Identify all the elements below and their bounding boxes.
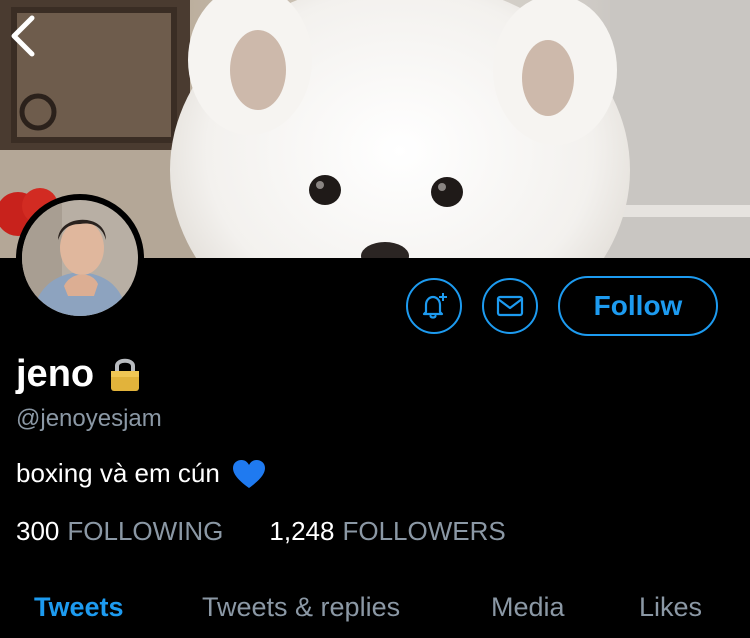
profile-name: jeno (16, 352, 95, 395)
avatar-photo (22, 200, 138, 316)
back-button[interactable] (8, 14, 52, 68)
tab-tweets-replies[interactable]: Tweets & replies (202, 592, 400, 623)
tab-likes[interactable]: Likes (639, 592, 702, 623)
message-button[interactable] (482, 278, 538, 334)
profile-handle: @jenoyesjam (16, 405, 162, 432)
following-count: 300 (16, 516, 60, 546)
following-stat[interactable]: 300 FOLLOWING (16, 516, 223, 547)
lock-icon (111, 358, 140, 391)
followers-label: FOLLOWERS (342, 516, 506, 546)
envelope-icon (496, 295, 524, 317)
profile-stats: 300 FOLLOWING 1,248 FOLLOWERS (16, 516, 506, 547)
bio-text: boxing và em cún (16, 458, 220, 488)
avatar[interactable] (16, 194, 144, 322)
followers-count: 1,248 (269, 516, 335, 546)
followers-stat[interactable]: 1,248 FOLLOWERS (269, 516, 505, 547)
following-label: FOLLOWING (67, 516, 224, 546)
tab-tweets[interactable]: Tweets (34, 592, 124, 623)
notifications-button[interactable] (406, 278, 462, 334)
profile-bio: boxing và em cún (16, 458, 266, 489)
tab-media[interactable]: Media (491, 592, 565, 623)
bell-plus-icon (422, 293, 447, 319)
profile-tabs: Tweets Tweets & replies Media Likes (0, 588, 750, 638)
follow-button[interactable]: Follow (558, 276, 718, 336)
chevron-left-icon (11, 15, 35, 57)
profile-name-row: jeno (16, 350, 142, 398)
blue-heart-icon (232, 459, 265, 488)
